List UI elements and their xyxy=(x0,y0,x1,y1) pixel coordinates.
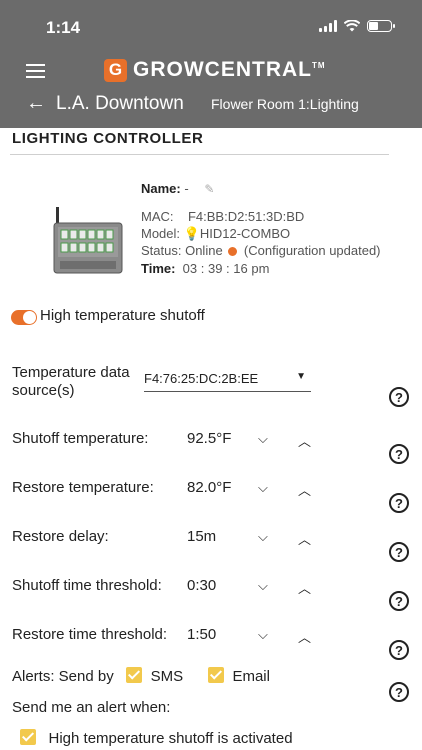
status-icons xyxy=(319,20,395,32)
restore-delay-help-icon[interactable]: ? xyxy=(389,542,409,562)
back-arrow-icon[interactable]: ← xyxy=(26,92,46,115)
status-value: Online xyxy=(185,243,223,258)
logo-text: GROWCENTRALTM xyxy=(133,58,326,81)
shutoff-activated-label: High temperature shutoff is activated xyxy=(48,730,293,747)
sms-checkbox[interactable] xyxy=(126,667,143,683)
status-bar: 1:14 xyxy=(0,0,422,52)
email-checkbox[interactable] xyxy=(208,667,225,683)
room-subtitle: Flower Room 1:Lighting xyxy=(211,96,359,112)
restore-threshold-up-icon[interactable]: ︿ xyxy=(298,627,311,646)
shutoff-threshold-up-icon[interactable]: ︿ xyxy=(298,578,311,597)
name-label: Name: xyxy=(141,181,181,196)
restore-delay-label: Restore delay: xyxy=(12,528,109,545)
logo-mark-icon: G xyxy=(104,58,127,82)
device-time-row: Time: 03 : 39 : 16 pm xyxy=(141,261,269,276)
shutoff-temp-down-icon[interactable]: ⌵ xyxy=(258,431,268,447)
section-title: LIGHTING CONTROLLER xyxy=(12,130,204,147)
device-model-row: Model: 💡HID12-COMBO xyxy=(141,226,290,242)
shutoff-threshold-label: Shutoff time threshold: xyxy=(12,577,162,594)
section-divider xyxy=(10,154,389,155)
temp-source-help-icon[interactable]: ? xyxy=(389,387,409,407)
name-value: - xyxy=(184,181,189,196)
app-header: 1:14 G GROWCENTRALTM ← L.A. Downtown Flo… xyxy=(0,0,422,128)
device-mac-row: MAC: F4:BB:D2:51:3D:BD xyxy=(141,209,304,224)
high-temp-shutoff-toggle[interactable] xyxy=(11,310,37,325)
device-name-row: Name: - ✎ xyxy=(141,181,214,196)
growcentral-logo: G GROWCENTRALTM xyxy=(104,58,326,82)
restore-temp-up-icon[interactable]: ︿ xyxy=(298,480,311,499)
restore-threshold-value: 1:50 xyxy=(187,626,217,643)
shutoff-temp-help-icon[interactable]: ? xyxy=(389,444,409,464)
shutoff-threshold-help-icon[interactable]: ? xyxy=(389,591,409,611)
hamburger-menu-icon[interactable] xyxy=(26,64,45,78)
lightbulb-icon: 💡 xyxy=(183,226,200,241)
alerts-help-icon[interactable]: ? xyxy=(389,682,409,702)
cellular-signal-icon xyxy=(319,20,337,32)
model-value: HID12-COMBO xyxy=(199,226,291,241)
restore-threshold-down-icon[interactable]: ⌵ xyxy=(258,627,268,643)
time-value: 03 : 39 : 16 pm xyxy=(182,261,270,276)
restore-temp-label: Restore temperature: xyxy=(12,479,154,496)
mac-value: F4:BB:D2:51:3D:BD xyxy=(187,209,305,224)
status-label: Status: xyxy=(141,243,182,258)
shutoff-threshold-value: 0:30 xyxy=(187,577,217,594)
temp-source-value: F4:76:25:DC:2B:EE xyxy=(144,371,259,386)
back-navigation[interactable]: ← L.A. Downtown xyxy=(26,92,184,115)
alerts-send-by-row: Alerts: Send by SMS Email xyxy=(12,667,270,685)
shutoff-temp-up-icon[interactable]: ︿ xyxy=(298,431,311,450)
edit-pencil-icon[interactable]: ✎ xyxy=(204,182,214,196)
alerts-send-by-label: Alerts: Send by xyxy=(12,668,114,685)
dropdown-caret-icon: ▼ xyxy=(296,371,306,382)
shutoff-activated-checkbox[interactable] xyxy=(20,729,36,745)
restore-delay-up-icon[interactable]: ︿ xyxy=(298,529,311,548)
battery-icon xyxy=(367,20,395,32)
restore-threshold-label: Restore time threshold: xyxy=(12,626,168,643)
shutoff-temp-label: Shutoff temperature: xyxy=(12,430,149,447)
temp-source-select[interactable]: F4:76:25:DC:2B:EE ▼ xyxy=(144,368,311,392)
controller-device-image xyxy=(53,207,123,274)
wifi-icon xyxy=(344,20,360,32)
restore-temp-help-icon[interactable]: ? xyxy=(389,493,409,513)
restore-threshold-help-icon[interactable]: ? xyxy=(389,640,409,660)
status-note: (Configuration updated) xyxy=(243,243,381,258)
restore-delay-down-icon[interactable]: ⌵ xyxy=(258,529,268,545)
time-label: Time: xyxy=(141,261,176,276)
temp-source-label: Temperature data source(s) xyxy=(12,364,130,399)
status-dot-icon xyxy=(228,247,238,256)
restore-temp-value: 82.0°F xyxy=(187,479,232,496)
alert-activated-row: High temperature shutoff is activated xyxy=(20,729,293,747)
sms-label: SMS xyxy=(150,668,184,685)
status-time: 1:14 xyxy=(46,18,81,37)
restore-delay-value: 15m xyxy=(187,528,217,545)
model-label: Model: xyxy=(141,226,181,241)
restore-temp-down-icon[interactable]: ⌵ xyxy=(258,480,268,496)
email-label: Email xyxy=(232,668,270,685)
high-temp-shutoff-label: High temperature shutoff xyxy=(40,307,205,324)
shutoff-temp-value: 92.5°F xyxy=(187,430,232,447)
location-title: L.A. Downtown xyxy=(56,92,184,114)
alert-when-label: Send me an alert when: xyxy=(12,699,171,716)
shutoff-threshold-down-icon[interactable]: ⌵ xyxy=(258,578,268,594)
device-status-row: Status: Online (Configuration updated) xyxy=(141,243,381,258)
mac-label: MAC: xyxy=(141,209,174,224)
